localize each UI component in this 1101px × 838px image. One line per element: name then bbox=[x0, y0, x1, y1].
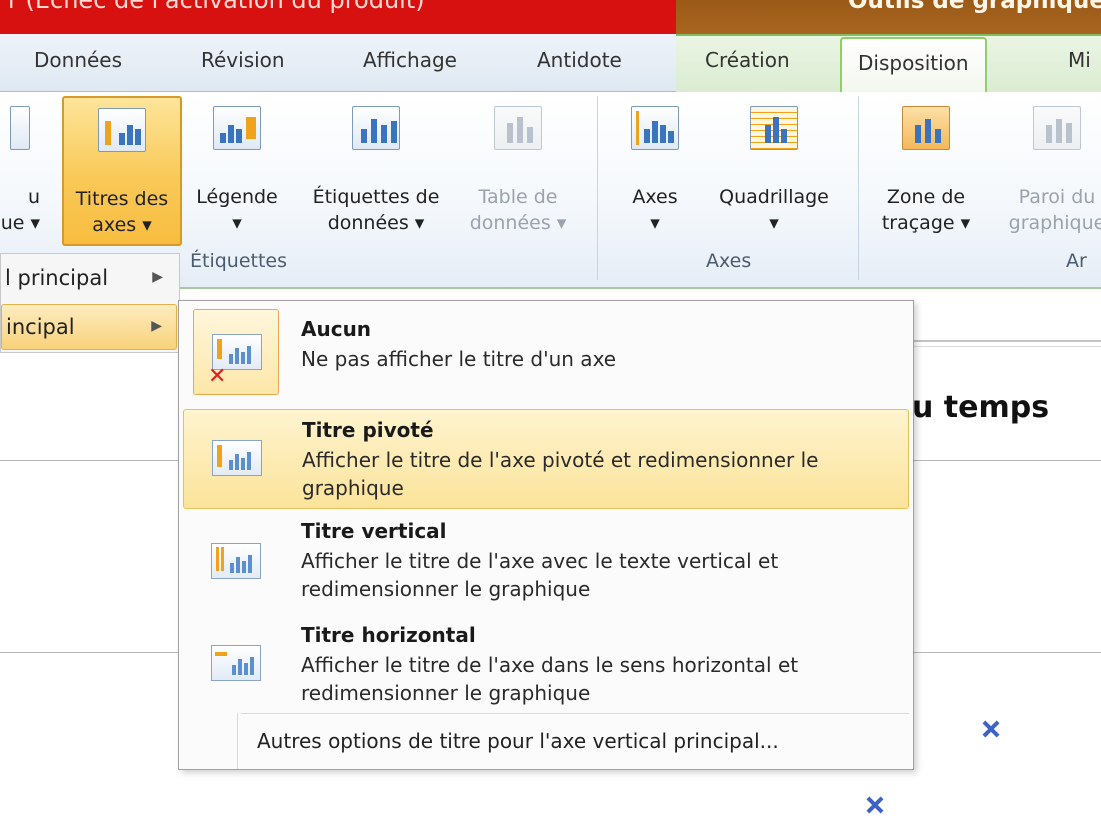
group-label-etiquettes: Étiquettes bbox=[190, 250, 288, 272]
horizontal-title-icon bbox=[193, 621, 279, 707]
tab-affichage[interactable]: Affichage bbox=[363, 48, 457, 72]
chart-wall-button[interactable]: Paroi du graphique bbox=[992, 96, 1101, 246]
group-separator bbox=[597, 96, 598, 280]
rotated-title-icon bbox=[194, 416, 280, 502]
plot-area-button[interactable]: Zone de traçage ▾ bbox=[866, 96, 986, 246]
gridlines-icon bbox=[750, 106, 798, 150]
menu-separator bbox=[241, 713, 909, 714]
tab-creation[interactable]: Création bbox=[705, 48, 790, 72]
axis-titles-button[interactable]: Titres des axes ▾ bbox=[62, 96, 182, 246]
submenu-vertical-axis-title[interactable]: incipal ▶ bbox=[1, 304, 177, 350]
tab-donnees[interactable]: Données bbox=[34, 48, 122, 72]
more-axis-title-options[interactable]: Autres options de titre pour l'axe verti… bbox=[257, 729, 779, 753]
data-labels-button[interactable]: Étiquettes de données ▾ bbox=[296, 96, 456, 246]
context-tools-header: Outils de graphique bbox=[676, 0, 1101, 34]
chevron-right-icon: ▶ bbox=[151, 318, 162, 334]
tab-disposition[interactable]: Disposition bbox=[840, 37, 987, 93]
legend-button[interactable]: Légende ▾ bbox=[184, 96, 290, 246]
option-description: Afficher le titre de l'axe avec le texte… bbox=[301, 549, 779, 601]
group-label-axes: Axes bbox=[706, 250, 752, 272]
ribbon-tab-row: Données Révision Affichage Antidote Créa… bbox=[0, 34, 1101, 93]
chart-title-fragment: u temps bbox=[912, 390, 1050, 425]
vertical-title-icon bbox=[193, 519, 279, 605]
option-title: Titre pivoté bbox=[302, 418, 434, 442]
chart-title-icon bbox=[10, 106, 30, 150]
option-titre-vertical[interactable]: Titre vertical Afficher le titre de l'ax… bbox=[183, 513, 909, 613]
group-separator bbox=[858, 96, 859, 280]
window-title: r (Échec de l'activation du produit) bbox=[8, 0, 425, 14]
context-tools-label: Outils de graphique bbox=[848, 0, 1101, 14]
window-title-area: r (Échec de l'activation du produit) bbox=[0, 0, 676, 34]
data-table-icon bbox=[494, 106, 542, 150]
axis-titles-submenu: l principal ▶ incipal ▶ bbox=[0, 253, 180, 353]
plot-area-icon bbox=[902, 106, 950, 150]
axis-titles-icon bbox=[98, 108, 146, 152]
axes-icon bbox=[631, 106, 679, 150]
gridlines-button[interactable]: Quadrillage ▾ bbox=[704, 96, 844, 246]
legend-icon bbox=[213, 106, 261, 150]
menu-gutter bbox=[237, 713, 238, 769]
tab-antidote[interactable]: Antidote bbox=[537, 48, 622, 72]
axes-button[interactable]: Axes ▾ bbox=[608, 96, 702, 246]
option-description: Ne pas afficher le titre d'un axe bbox=[301, 347, 617, 371]
option-title: Titre vertical bbox=[301, 519, 447, 543]
chevron-right-icon: ▶ bbox=[152, 269, 163, 285]
chart-wall-icon bbox=[1033, 106, 1081, 150]
data-point-marker bbox=[865, 795, 885, 815]
vertical-axis-title-menu: ✕ Aucun Ne pas afficher le titre d'un ax… bbox=[178, 300, 914, 770]
option-description: Afficher le titre de l'axe dans le sens … bbox=[301, 653, 799, 705]
data-point-marker bbox=[981, 719, 1001, 739]
submenu-horizontal-axis-title[interactable]: l principal ▶ bbox=[1, 256, 177, 302]
data-table-button[interactable]: Table de données ▾ bbox=[458, 96, 578, 246]
title-bar: r (Échec de l'activation du produit) Out… bbox=[0, 0, 1101, 34]
option-title: Aucun bbox=[301, 317, 372, 341]
option-titre-horizontal[interactable]: Titre horizontal Afficher le titre de l'… bbox=[183, 617, 909, 713]
data-labels-icon bbox=[352, 106, 400, 150]
group-label-arriere-plan: Ar bbox=[1066, 250, 1087, 272]
option-aucun[interactable]: ✕ Aucun Ne pas afficher le titre d'un ax… bbox=[183, 305, 909, 401]
tab-mise-en-forme[interactable]: Mi bbox=[1068, 48, 1091, 72]
option-titre-pivote[interactable]: Titre pivoté Afficher le titre de l'axe … bbox=[183, 409, 909, 509]
tab-revision[interactable]: Révision bbox=[201, 48, 285, 72]
partial-chart-title-button[interactable]: u ue ▾ bbox=[0, 96, 44, 246]
option-title: Titre horizontal bbox=[301, 623, 476, 647]
option-description: Afficher le titre de l'axe pivoté et red… bbox=[302, 448, 819, 500]
no-axis-title-icon: ✕ bbox=[193, 309, 279, 395]
